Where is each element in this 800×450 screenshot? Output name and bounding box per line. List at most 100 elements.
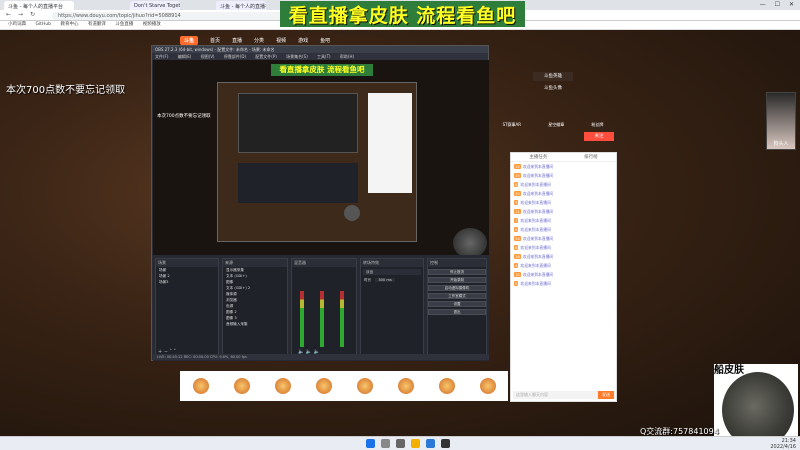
forward-icon[interactable]: → [18,11,23,18]
browser-tab[interactable]: Don't Starve Togeth… [130,1,180,10]
screen: 斗鱼 - 每个人的直播平台 Don't Starve Togeth… 斗鱼 - … [0,0,800,450]
level-badge: 6 [514,244,519,250]
scene-item[interactable]: 场景3 [156,279,218,285]
send-button[interactable]: 发送 [598,391,614,399]
chat-text: 欢迎来到本直播间 [520,217,551,223]
gift-icon[interactable] [233,378,250,394]
back-icon[interactable]: ← [6,11,11,18]
obs-menubar: 文件(F) 编辑(E) 视图(V) 停靠部件(D) 配置文件(P) 场景集合(S… [152,53,488,60]
exit-button[interactable]: 退出 [428,309,486,315]
activity-item[interactable]: 星空徽章 [548,122,564,128]
virtual-camera-button[interactable]: 启动虚拟摄像机 [428,285,486,291]
settings-button[interactable]: 设置 [428,301,486,307]
menu-item[interactable]: 工具(T) [317,54,331,59]
chat-panel: 主播任务 排行榜 12 欢迎来到本直播间 15 欢迎来到本直播间 8 欢迎来到本直播间 20… [510,152,617,402]
transitions-dock: 转场特效 淡出 时长 300 ms [360,258,424,358]
gift-icon[interactable] [397,378,414,394]
points-notice: 本次700点数不要忘记领取 [6,85,126,96]
nav-item[interactable]: 直播 [232,37,242,44]
chat-text: 欢迎来到本直播间 [520,226,551,232]
preview-creature [453,228,487,255]
chat-text: 欢迎来到本直播间 [522,253,554,259]
chat-line: 10 欢迎来到本直播间 [511,270,616,279]
menu-item[interactable]: 视图(V) [201,54,215,59]
task-view-icon[interactable] [396,439,405,448]
bookmark-item[interactable]: 小鸡词典 [8,22,26,27]
obs-preview[interactable]: 看直播拿皮肤 流程看鱼吧 本次700点数不要忘记领取 [153,60,489,255]
dock-title: 场景 [156,259,218,267]
nav-item[interactable]: 鱼吧 [320,37,330,44]
activity-item[interactable]: 粉丝牌 [591,122,603,128]
bookmark-item[interactable]: 视频播放 [143,22,161,27]
chat-messages: 12 欢迎来到本直播间 15 欢迎来到本直播间 8 欢迎来到本直播间 20 欢迎来到本直播间 3… [511,162,616,288]
site-logo[interactable]: 斗鱼 [180,35,199,45]
gift-bar [180,371,508,401]
start-recording-button[interactable]: 开始录制 [428,277,486,283]
controls-dock: 控制 停止推流 开始录制 启动虚拟摄像机 工作室模式 设置 退出 [427,258,487,358]
chat-line: 7 欢迎来到本直播间 [511,216,616,225]
nav-item[interactable]: 视频 [276,37,286,44]
activity-item[interactable]: ST赛事AR [503,122,522,128]
nav-item[interactable]: 分类 [254,37,264,44]
preview-notice: 本次700点数不要忘记领取 [157,114,211,119]
chat-text: 欢迎来到本直播间 [520,262,551,268]
edge-icon[interactable] [426,439,435,448]
chat-text: 欢迎来到本直播间 [520,280,551,286]
close-icon[interactable]: ✕ [789,1,794,9]
bookmark-item[interactable]: 斗鱼直播 [115,22,133,27]
tab-ranking[interactable]: 排行榜 [584,154,598,160]
file-explorer-icon[interactable] [411,439,420,448]
maximize-icon[interactable]: ☐ [775,1,780,9]
menu-item[interactable]: 编辑(E) [178,54,192,59]
level-badge: 3 [514,199,519,205]
windows-start-icon[interactable] [366,439,375,448]
gift-icon[interactable] [438,378,455,394]
gift-icon[interactable] [274,378,291,394]
level-badge: 15 [514,172,521,178]
chat-text: 欢迎来到本直播间 [520,244,551,250]
bookmark-item[interactable]: 有道翻译 [88,22,106,27]
duration-input[interactable]: 300 ms [375,277,395,282]
chat-line: 18 欢迎来到本直播间 [511,252,616,261]
stop-streaming-button[interactable]: 停止推流 [428,269,486,275]
nav-item[interactable]: 游戏 [298,37,308,44]
source-item[interactable]: 音频输入采集 [223,321,287,327]
nav-item[interactable]: 首页 [210,37,220,44]
window-controls: — ☐ ✕ [754,0,800,10]
gift-icon[interactable] [192,378,209,394]
search-icon[interactable] [381,439,390,448]
chat-line: 3 欢迎来到本直播间 [511,198,616,207]
browser-tab[interactable]: 斗鱼 - 每个人的直播平台 [216,1,266,10]
menu-item[interactable]: 场景集合(S) [286,54,308,59]
studio-mode-button[interactable]: 工作室模式 [428,293,486,299]
menu-item[interactable]: 配置文件(P) [255,54,277,59]
gift-icon[interactable] [479,378,496,394]
follow-button[interactable]: 关注 [584,132,614,141]
menu-item[interactable]: 停靠部件(D) [224,54,246,59]
clock-date: 2022/4/16 [770,444,796,450]
nested-preview [217,82,417,242]
gift-icon[interactable] [315,378,332,394]
tab-tasks[interactable]: 主播任务 [529,154,547,160]
level-badge: 7 [514,217,519,223]
avatar-tile[interactable]: 斗鱼头像 [533,84,573,93]
refresh-icon[interactable]: ↻ [30,11,35,18]
gift-icon[interactable] [356,378,373,394]
bookmark-item[interactable]: 教育中心 [60,22,78,27]
taskbar-icons [366,439,450,448]
heroes-tile[interactable]: 斗鱼英雄 [533,72,573,81]
chat-line: 12 欢迎来到本直播间 [511,162,616,171]
chat-text: 欢迎来到本直播间 [522,271,554,277]
chat-line: 5 欢迎来到本直播间 [511,279,616,288]
menu-item[interactable]: 文件(F) [155,54,168,59]
chat-line: 20 欢迎来到本直播间 [511,189,616,198]
chat-line: 6 欢迎来到本直播间 [511,243,616,252]
minimize-icon[interactable]: — [760,1,766,9]
obs-icon[interactable] [441,439,450,448]
browser-tab[interactable]: 斗鱼 - 每个人的直播平台 [4,1,74,10]
menu-item[interactable]: 帮助(H) [340,54,354,59]
level-badge: 8 [514,181,519,187]
transition-select[interactable]: 淡出 [363,269,421,275]
level-badge: 10 [514,271,521,277]
bookmark-item[interactable]: GitHub [35,22,51,27]
